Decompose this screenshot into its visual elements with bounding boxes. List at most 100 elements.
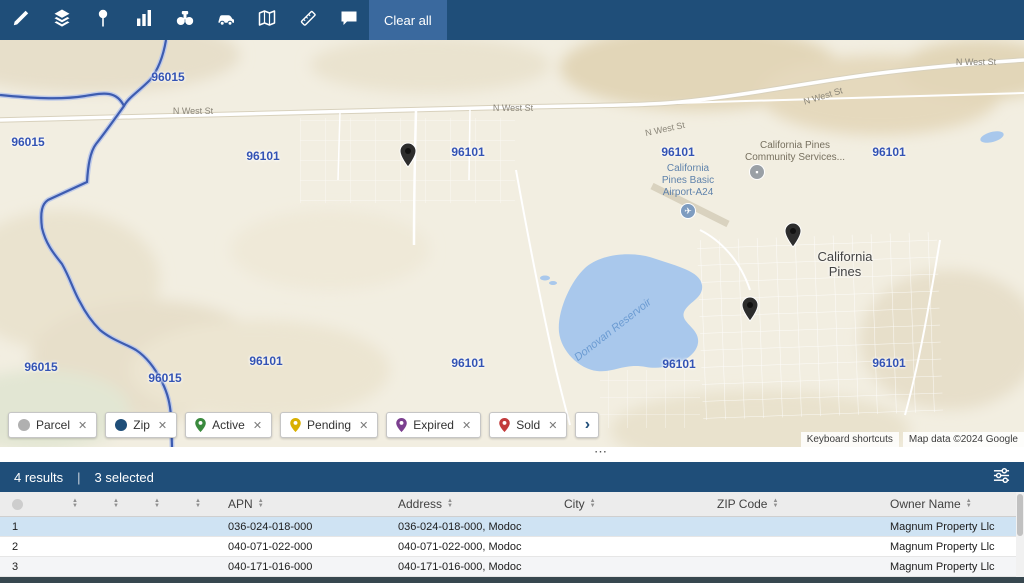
filter-chip-expired[interactable]: Expired ✕ — [386, 412, 481, 438]
results-table: ▲▼▲▼▲▼▲▼APN▲▼Address▲▼City▲▼ZIP Code▲▼Ow… — [0, 492, 1024, 577]
address-cell: 040-171-016-000, Modoc — [386, 557, 552, 576]
results-count: 4 results — [14, 470, 63, 485]
map-base — [0, 40, 1024, 447]
extra-1 — [52, 557, 93, 576]
sort-icon: ▲▼ — [966, 499, 972, 509]
map-canvas[interactable]: 9601596015960159601596101961019610196101… — [0, 40, 1024, 447]
map-attribution-bar: Keyboard shortcuts Map data ©2024 Google — [801, 432, 1024, 447]
table-settings-button[interactable] — [993, 467, 1010, 487]
stats-button[interactable] — [123, 0, 164, 40]
filter-chips: Parcel✕Zip✕Active✕Pending✕Expired✕Sold✕› — [8, 412, 599, 438]
selected-count: 3 selected — [95, 470, 154, 485]
filter-chip-pending[interactable]: Pending ✕ — [280, 412, 378, 438]
chip-label: Pending — [307, 418, 351, 432]
apn-cell: 040-171-016-000 — [216, 557, 386, 576]
filter-chip-zip[interactable]: Zip ✕ — [105, 412, 177, 438]
city-cell — [552, 537, 705, 556]
chips-scroll-right-button[interactable]: › — [575, 412, 599, 438]
binoculars-icon — [175, 8, 195, 33]
drag-dots: ⋯ — [594, 444, 608, 460]
pencil-icon — [11, 8, 31, 33]
extra-4 — [175, 537, 216, 556]
column-header-zip-code[interactable]: ZIP Code▲▼ — [705, 492, 878, 516]
chip-label: Parcel — [36, 418, 70, 432]
address-cell: 040-071-022-000, Modoc — [386, 537, 552, 556]
zip-cell — [705, 517, 878, 536]
pending-pin-icon — [290, 418, 301, 432]
keyboard-shortcuts-link[interactable]: Keyboard shortcuts — [801, 432, 899, 447]
bar-chart-icon — [134, 8, 154, 33]
owner-cell: Magnum Property Llc — [878, 517, 1024, 536]
table-row-1[interactable]: 1 036-024-018-000036-024-018-000, Modoc Ma… — [0, 517, 1024, 537]
row-number: 3 — [0, 557, 52, 576]
measure-button[interactable] — [287, 0, 328, 40]
column-header-label: ZIP Code — [717, 497, 767, 511]
drive-time-button[interactable] — [205, 0, 246, 40]
column-header-label: APN — [228, 497, 253, 511]
chip-close-icon[interactable]: ✕ — [158, 419, 167, 432]
apn-cell: 036-024-018-000 — [216, 517, 386, 536]
zip-cell — [705, 557, 878, 576]
city-cell — [552, 517, 705, 536]
chip-label: Expired — [413, 418, 454, 432]
column-header-apn[interactable]: APN▲▼ — [216, 492, 386, 516]
column-header-address[interactable]: Address ▲▼ — [386, 492, 552, 516]
extra-1 — [52, 537, 93, 556]
clear-all-button[interactable]: Clear all — [369, 0, 447, 40]
row-number: 1 — [0, 517, 52, 536]
sort-icon: ▲▼ — [72, 499, 78, 509]
app-window: Clear all — [0, 0, 1024, 583]
extra-4 — [175, 557, 216, 576]
parcel-circle-icon — [18, 419, 30, 431]
draw-tool-button[interactable] — [0, 0, 41, 40]
chip-label: Zip — [133, 418, 150, 432]
layers-button[interactable] — [41, 0, 82, 40]
scrollbar-thumb[interactable] — [1017, 494, 1023, 536]
sliders-icon — [993, 467, 1010, 487]
column-header-extra-1[interactable]: ▲▼ — [52, 492, 93, 516]
map-pin-2[interactable] — [784, 222, 802, 253]
extra-2 — [93, 517, 134, 536]
column-header-label: Address — [398, 497, 442, 511]
city-cell — [552, 557, 705, 576]
panel-resize-handle[interactable]: ⋯ — [0, 447, 1024, 462]
search-area-button[interactable] — [164, 0, 205, 40]
chip-close-icon[interactable]: ✕ — [253, 419, 262, 432]
column-header-label: Owner Name — [890, 497, 961, 511]
column-header-city[interactable]: City▲▼ — [552, 492, 705, 516]
chip-close-icon[interactable]: ✕ — [548, 419, 557, 432]
address-cell: 036-024-018-000, Modoc — [386, 517, 552, 536]
chip-close-icon[interactable]: ✕ — [462, 419, 471, 432]
bottom-edge — [0, 577, 1024, 583]
table-row-2[interactable]: 2040-071-022-000040-071-022-000, ModocMa… — [0, 537, 1024, 557]
zip-cell — [705, 537, 878, 556]
column-header-extra-3[interactable]: ▲▼ — [134, 492, 175, 516]
comments-button[interactable] — [328, 0, 369, 40]
row-number: 2 — [0, 537, 52, 556]
table-row-3[interactable]: 3040-171-016-000040-171-016-000, ModocMa… — [0, 557, 1024, 577]
sort-icon: ▲▼ — [590, 499, 596, 509]
table-header: ▲▼▲▼▲▼▲▼APN▲▼Address▲▼City▲▼ZIP Code▲▼Ow… — [0, 492, 1024, 517]
chip-close-icon[interactable]: ✕ — [359, 419, 368, 432]
sort-icon: ▲▼ — [447, 499, 453, 509]
filter-chip-sold[interactable]: Sold✕ — [489, 412, 567, 438]
extra-3 — [134, 537, 175, 556]
active-pin-icon — [195, 418, 206, 432]
sort-icon: ▲▼ — [195, 499, 201, 509]
filter-chip-parcel[interactable]: Parcel ✕ — [8, 412, 97, 438]
owner-cell: Magnum Property Llc — [878, 537, 1024, 556]
filter-chip-active[interactable]: Active✕ — [185, 412, 272, 438]
column-header-owner-name[interactable]: Owner Name ▲▼ — [878, 492, 1024, 516]
column-header-extra-4[interactable]: ▲▼ — [175, 492, 216, 516]
results-bar: 4 results | 3 selected — [0, 462, 1024, 492]
chip-close-icon[interactable]: ✕ — [78, 419, 87, 432]
column-header-extra-2[interactable]: ▲▼ — [93, 492, 134, 516]
table-scrollbar[interactable] — [1016, 492, 1024, 577]
pin-tool-button[interactable] — [82, 0, 123, 40]
select-all-icon[interactable] — [12, 499, 23, 510]
map-pin-1[interactable] — [399, 142, 417, 173]
map-pin-3[interactable] — [741, 296, 759, 327]
route-map-button[interactable] — [246, 0, 287, 40]
expired-pin-icon — [396, 418, 407, 432]
map-data-attribution: Map data ©2024 Google — [903, 432, 1024, 447]
